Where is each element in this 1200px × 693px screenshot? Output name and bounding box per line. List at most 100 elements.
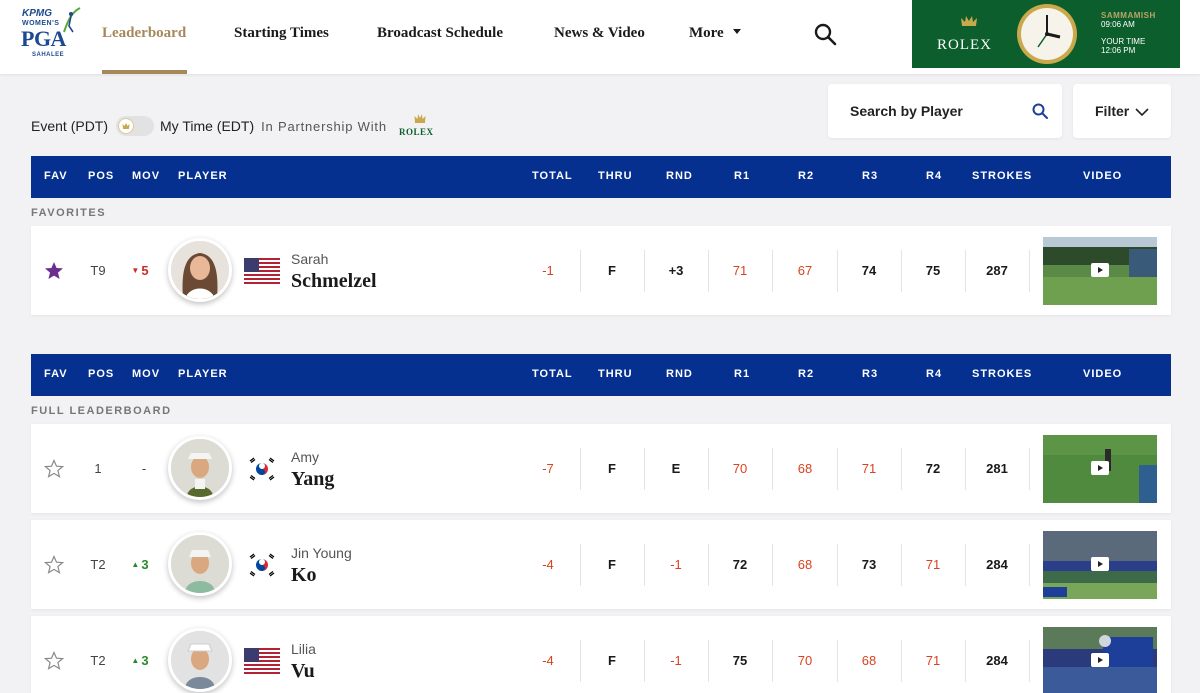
table-row[interactable]: T2 ▲ 3 Jin Young Ko -4 F -1 72 68 73 71 2…: [31, 520, 1171, 609]
search-icon[interactable]: [813, 22, 837, 46]
divider: [644, 544, 645, 586]
filter-label: Filter: [1095, 103, 1130, 119]
star-outline-icon[interactable]: [44, 555, 64, 575]
divider: [1029, 640, 1030, 682]
r3-score: 71: [861, 461, 877, 476]
r4-score: 72: [925, 461, 941, 476]
r1-score: 71: [732, 263, 748, 278]
col-strokes: STROKES: [972, 170, 1033, 182]
col-r2: R2: [798, 170, 815, 182]
strokes: 284: [986, 653, 1008, 668]
avatar[interactable]: [168, 436, 232, 500]
rolex-clock-ad[interactable]: ROLEX SAMMAMISH 09:06 AM YOUR TIME 12:06…: [912, 0, 1180, 68]
col-thru: THRU: [598, 170, 633, 182]
divider: [708, 250, 709, 292]
col-thru: THRU: [598, 368, 633, 380]
col-total: TOTAL: [532, 368, 573, 380]
col-rnd: RND: [666, 368, 693, 380]
nav-broadcast-schedule[interactable]: Broadcast Schedule: [377, 25, 503, 42]
caret-down-icon: [732, 29, 741, 34]
star-outline-icon[interactable]: [44, 651, 64, 671]
divider: [901, 544, 902, 586]
video-thumbnail[interactable]: [1043, 627, 1157, 693]
player-first-name[interactable]: Jin Young: [291, 545, 352, 561]
top-nav: KPMG WOMEN'S PGA SAHALEE Leaderboard Sta…: [0, 0, 1200, 74]
filter-button[interactable]: Filter: [1073, 84, 1171, 138]
play-icon[interactable]: [1091, 461, 1109, 475]
partnership-label: In Partnership With: [261, 118, 387, 134]
ad-your-time: 12:06 PM: [1101, 46, 1136, 55]
rolex-partner-logo[interactable]: ROLEX: [399, 113, 443, 139]
divider: [965, 544, 966, 586]
star-filled-icon[interactable]: [44, 261, 64, 281]
video-thumbnail[interactable]: [1043, 531, 1157, 599]
divider: [1029, 250, 1030, 292]
divider: [580, 448, 581, 490]
r3-score: 74: [861, 263, 877, 278]
col-r3: R3: [862, 170, 879, 182]
round-score: E: [671, 461, 681, 476]
divider: [965, 640, 966, 682]
star-outline-icon[interactable]: [44, 459, 64, 479]
video-thumbnail[interactable]: [1043, 435, 1157, 503]
table-row[interactable]: T9 ▼ 5 Sarah Schmelzel -1 F +3 71 67 74 7…: [31, 226, 1171, 315]
ad-your-time-label: YOUR TIME: [1101, 37, 1146, 46]
divider: [837, 448, 838, 490]
video-thumbnail[interactable]: [1043, 237, 1157, 305]
divider: [901, 448, 902, 490]
divider: [1029, 544, 1030, 586]
r2-score: 68: [797, 461, 813, 476]
r4-score: 75: [925, 263, 941, 278]
col-player: PLAYER: [178, 368, 228, 380]
col-r3: R3: [862, 368, 879, 380]
nav-leaderboard[interactable]: Leaderboard: [102, 25, 186, 42]
col-fav: FAV: [44, 368, 68, 380]
nav-more[interactable]: More: [689, 25, 741, 42]
round-score: +3: [668, 263, 684, 278]
player-last-name[interactable]: Yang: [291, 468, 334, 491]
player-last-name[interactable]: Ko: [291, 564, 317, 587]
position: 1: [94, 461, 102, 476]
divider: [965, 250, 966, 292]
divider: [772, 640, 773, 682]
rolex-crown-icon: [961, 16, 977, 26]
total-score: -7: [542, 461, 554, 476]
nav-starting-times[interactable]: Starting Times: [234, 25, 329, 42]
table-row[interactable]: 1 - Amy Yang -7 F E 70 68 71 72 281: [31, 424, 1171, 513]
kpmg-womens-pga-logo[interactable]: KPMG WOMEN'S PGA SAHALEE: [18, 6, 84, 62]
r4-score: 71: [925, 557, 941, 572]
thru: F: [608, 653, 616, 668]
toggle-knob: [118, 118, 135, 134]
player-first-name[interactable]: Amy: [291, 449, 319, 465]
golfer-swoosh-icon: [63, 7, 81, 33]
total-score: -4: [542, 653, 554, 668]
thru: F: [608, 461, 616, 476]
movement: ▲ 3: [131, 557, 148, 572]
player-last-name[interactable]: Schmelzel: [291, 270, 377, 293]
col-pos: POS: [88, 368, 115, 380]
col-r1: R1: [734, 170, 751, 182]
divider: [837, 544, 838, 586]
player-search-input[interactable]: Search by Player: [828, 84, 1062, 138]
avatar[interactable]: [168, 532, 232, 596]
col-rnd: RND: [666, 170, 693, 182]
player-first-name[interactable]: Sarah: [291, 251, 328, 267]
divider: [901, 640, 902, 682]
player-first-name[interactable]: Lilia: [291, 641, 316, 657]
avatar[interactable]: [168, 628, 232, 692]
play-icon[interactable]: [1091, 557, 1109, 571]
movement: ▼ 5: [131, 263, 148, 278]
movement: -: [141, 461, 147, 476]
col-r4: R4: [926, 170, 943, 182]
play-icon[interactable]: [1091, 653, 1109, 667]
position: T2: [90, 557, 106, 572]
table-row[interactable]: T2 ▲ 3 Lilia Vu -4 F -1 75 70 68 71 284: [31, 616, 1171, 693]
divider: [837, 250, 838, 292]
avatar[interactable]: [168, 238, 232, 302]
search-icon[interactable]: [1032, 103, 1048, 119]
play-icon[interactable]: [1091, 263, 1109, 277]
nav-news-video[interactable]: News & Video: [554, 25, 645, 42]
movement-value: 3: [141, 557, 149, 572]
player-last-name[interactable]: Vu: [291, 660, 315, 683]
time-zone-toggle[interactable]: [116, 116, 155, 136]
